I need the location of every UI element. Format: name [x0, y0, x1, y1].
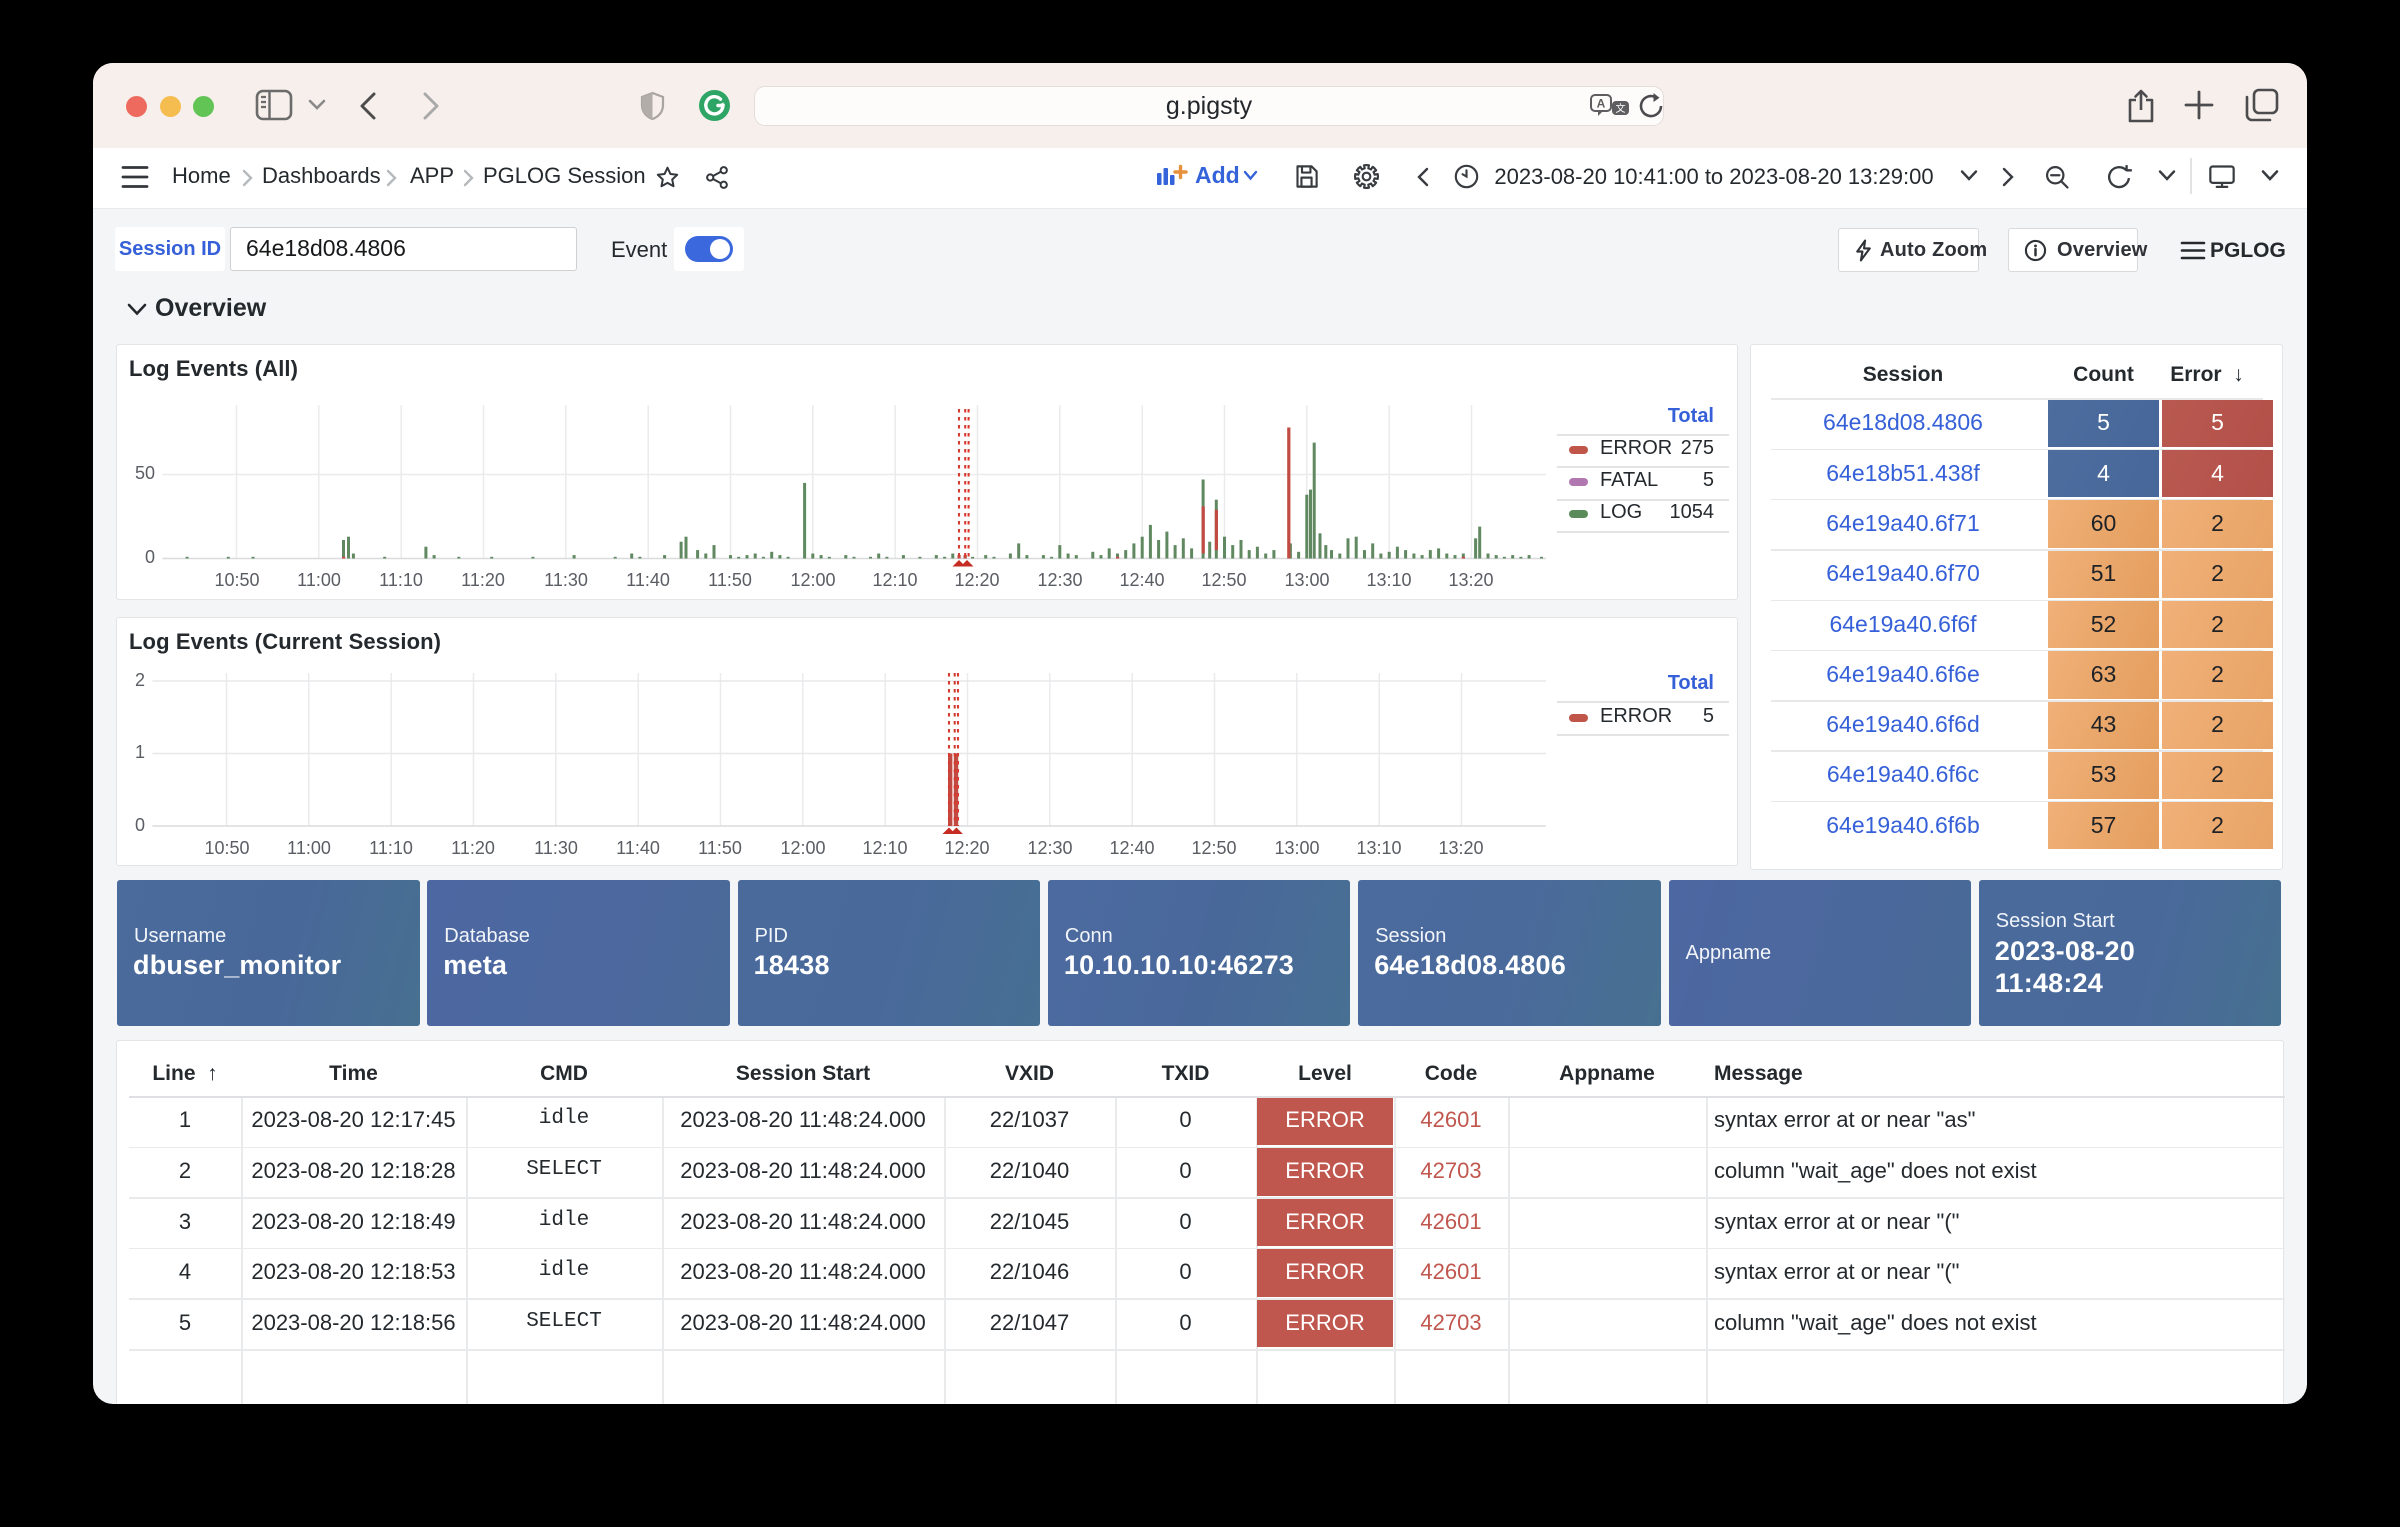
svg-text:文: 文	[1616, 102, 1626, 115]
svg-text:A: A	[1597, 97, 1606, 111]
